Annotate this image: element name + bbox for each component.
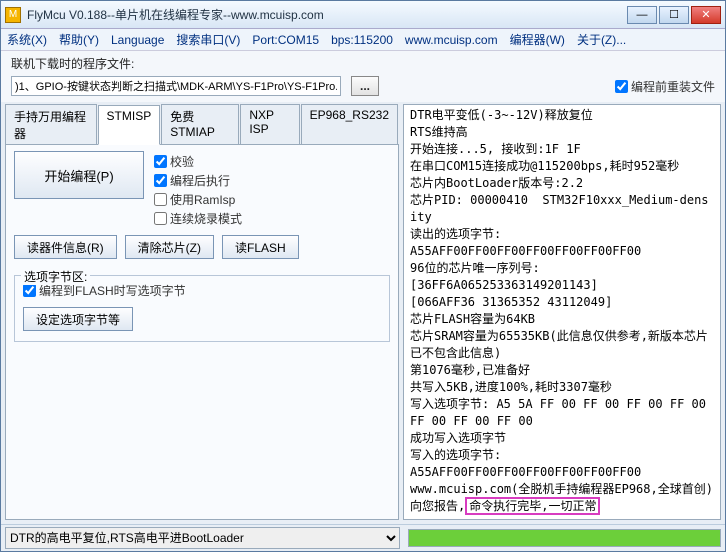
read-flash-button[interactable]: 读FLASH	[222, 235, 299, 259]
log-line: 写入的选项字节:	[410, 447, 714, 464]
menu-system[interactable]: 系统(X)	[7, 31, 47, 48]
option-bytes-legend: 选项字节区:	[21, 268, 90, 285]
file-path-row: ... 编程前重装文件	[1, 74, 725, 102]
log-line: 芯片内BootLoader版本号:2.2	[410, 175, 714, 192]
set-option-bytes-button[interactable]: 设定选项字节等	[23, 307, 133, 331]
opt-runafter-wrap[interactable]: 编程后执行	[154, 172, 242, 189]
tab-ep968[interactable]: EP968_RS232	[301, 104, 398, 144]
window-title: FlyMcu V0.188--单片机在线编程专家--www.mcuisp.com	[27, 6, 627, 23]
menu-bps[interactable]: bps:115200	[331, 33, 393, 47]
log-line: 成功写入选项字节	[410, 430, 714, 447]
opt-runafter[interactable]	[154, 174, 167, 187]
log-line: 在串口COM15连接成功@115200bps,耗时952毫秒	[410, 158, 714, 175]
tab-stmiapfree[interactable]: 免费STMIAP	[161, 104, 239, 144]
tab-pane: 开始编程(P) 校验 编程后执行 使用RamIsp 连续烧录模式 读器件信息(R…	[5, 145, 399, 520]
close-button[interactable]: ✕	[691, 6, 721, 24]
opt-cont[interactable]	[154, 212, 167, 225]
log-line: A55AFF00FF00FF00FF00FF00FF00FF00	[410, 243, 714, 260]
option-bytes-group: 选项字节区: 编程到FLASH时写选项字节 设定选项字节等	[14, 275, 390, 342]
log-line: 共写入5KB,进度100%,耗时3307毫秒	[410, 379, 714, 396]
opt-ramisp[interactable]	[154, 193, 167, 206]
file-label-row: 联机下载时的程序文件:	[1, 51, 725, 74]
reload-checkbox-wrap[interactable]: 编程前重装文件	[615, 78, 715, 95]
menubar: 系统(X) 帮助(Y) Language 搜索串口(V) Port:COM15 …	[1, 29, 725, 51]
app-window: M FlyMcu V0.188--单片机在线编程专家--www.mcuisp.c…	[0, 0, 726, 552]
log-line: 开始连接...5, 接收到:1F 1F	[410, 141, 714, 158]
opt-verify-wrap[interactable]: 校验	[154, 153, 242, 170]
reset-mode-select[interactable]: DTR的高电平复位,RTS高电平进BootLoader	[5, 527, 400, 549]
app-icon: M	[5, 7, 21, 23]
log-pane[interactable]: RTS置高(+3~+12V),选择进入BootLoader...延时100毫秒D…	[403, 104, 721, 520]
footer: DTR的高电平复位,RTS高电平进BootLoader	[1, 524, 725, 551]
tab-handheld[interactable]: 手持万用编程器	[5, 104, 97, 144]
log-line: [066AFF36 31365352 43112049]	[410, 294, 714, 311]
log-line: 芯片SRAM容量为65535KB(此信息仅供参考,新版本芯片已不包含此信息)	[410, 328, 714, 362]
log-line: 96位的芯片唯一序列号:	[410, 260, 714, 277]
opt-verify[interactable]	[154, 155, 167, 168]
tab-nxpisp[interactable]: NXP ISP	[240, 104, 299, 144]
log-line: RTS维持高	[410, 124, 714, 141]
opt-cont-wrap[interactable]: 连续烧录模式	[154, 210, 242, 227]
log-line: [36FF6A065253363149201143]	[410, 277, 714, 294]
start-program-button[interactable]: 开始编程(P)	[14, 151, 144, 199]
menu-help[interactable]: 帮助(Y)	[59, 31, 99, 48]
reload-label: 编程前重装文件	[631, 78, 715, 95]
log-line: DTR电平变低(-3~-12V)释放复位	[410, 107, 714, 124]
progress-fill	[409, 530, 720, 546]
menu-site[interactable]: www.mcuisp.com	[405, 33, 498, 47]
log-final-line: www.mcuisp.com(全脱机手持编程器EP968,全球首创)向您报告,命…	[410, 481, 714, 515]
log-line: A55AFF00FF00FF00FF00FF00FF00FF00	[410, 464, 714, 481]
tab-strip: 手持万用编程器 STMISP 免费STMIAP NXP ISP EP968_RS…	[5, 104, 399, 145]
read-device-info-button[interactable]: 读器件信息(R)	[14, 235, 117, 259]
log-line: 芯片PID: 00000410 STM32F10xxx_Medium-densi…	[410, 192, 714, 226]
menu-about[interactable]: 关于(Z)...	[577, 31, 626, 48]
window-buttons: — ☐ ✕	[627, 6, 721, 24]
menu-language[interactable]: Language	[111, 33, 164, 47]
log-line: 写入选项字节: A5 5A FF 00 FF 00 FF 00 FF 00 FF…	[410, 396, 714, 430]
log-line: 芯片FLASH容量为64KB	[410, 311, 714, 328]
log-line: 读出的选项字节:	[410, 226, 714, 243]
maximize-button[interactable]: ☐	[659, 6, 689, 24]
content-area: 手持万用编程器 STMISP 免费STMIAP NXP ISP EP968_RS…	[1, 102, 725, 524]
log-line: 第1076毫秒,已准备好	[410, 362, 714, 379]
opt-ramisp-wrap[interactable]: 使用RamIsp	[154, 191, 242, 208]
menu-port[interactable]: Port:COM15	[252, 33, 319, 47]
progress-bar	[408, 529, 721, 547]
file-path-input[interactable]	[11, 76, 341, 96]
browse-button[interactable]: ...	[351, 76, 379, 96]
writeopt-checkbox[interactable]	[23, 284, 36, 297]
option-column: 校验 编程后执行 使用RamIsp 连续烧录模式	[154, 151, 242, 227]
tab-stmisp[interactable]: STMISP	[98, 105, 161, 145]
titlebar: M FlyMcu V0.188--单片机在线编程专家--www.mcuisp.c…	[1, 1, 725, 29]
left-panel: 手持万用编程器 STMISP 免费STMIAP NXP ISP EP968_RS…	[1, 102, 403, 524]
log-final-highlight: 命令执行完毕,一切正常	[465, 497, 600, 515]
minimize-button[interactable]: —	[627, 6, 657, 24]
clear-chip-button[interactable]: 清除芯片(Z)	[125, 235, 214, 259]
menu-searchport[interactable]: 搜索串口(V)	[176, 31, 240, 48]
reload-checkbox[interactable]	[615, 80, 628, 93]
menu-programmer[interactable]: 编程器(W)	[510, 31, 565, 48]
file-label: 联机下载时的程序文件:	[11, 57, 134, 71]
